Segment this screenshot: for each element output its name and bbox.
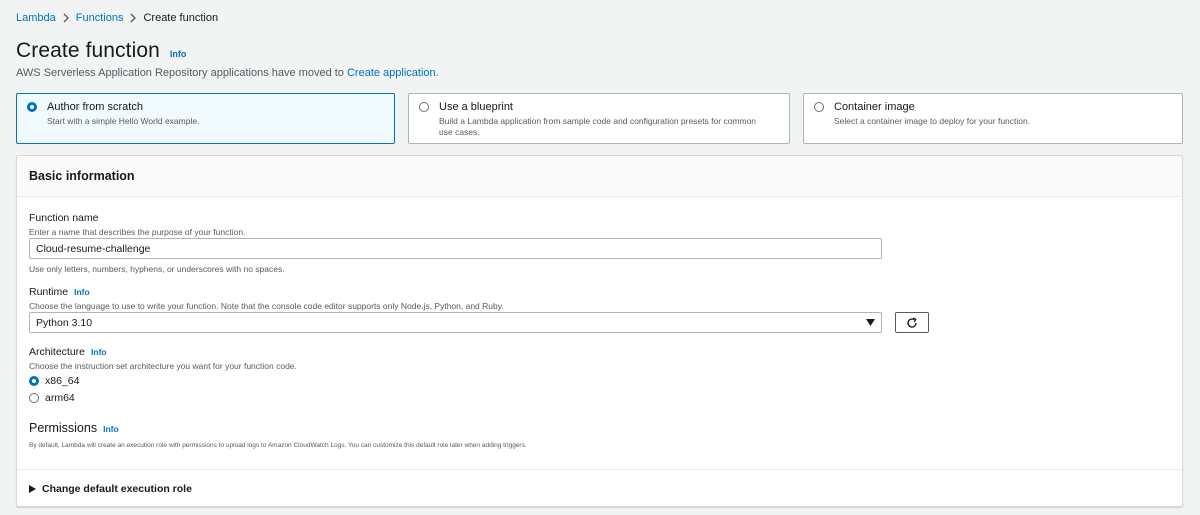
function-name-description: Enter a name that describes the purpose … bbox=[29, 227, 246, 237]
change-execution-role-expander[interactable]: Change default execution role bbox=[29, 483, 192, 495]
runtime-selected-value: Python 3.10 bbox=[36, 316, 93, 329]
tile-container-image[interactable]: Container image Select a container image… bbox=[803, 93, 1183, 144]
panel-title: Basic information bbox=[29, 169, 135, 183]
function-name-constraint: Use only letters, numbers, hyphens, or u… bbox=[29, 264, 285, 274]
breadcrumb-functions[interactable]: Functions bbox=[76, 12, 124, 24]
tile-title: Container image bbox=[834, 101, 915, 113]
function-name-input[interactable] bbox=[29, 238, 882, 259]
page-subtitle: AWS Serverless Application Repository ap… bbox=[16, 67, 439, 79]
runtime-select[interactable]: Python 3.10 bbox=[29, 312, 882, 333]
runtime-label: Runtime bbox=[29, 286, 69, 298]
tile-description: Start with a simple Hello World example. bbox=[47, 116, 200, 126]
tile-description: Build a Lambda application from sample c… bbox=[439, 116, 757, 137]
option-label: x86_64 bbox=[45, 375, 80, 387]
permissions-title: Permissions bbox=[29, 421, 98, 435]
subtitle-text: AWS Serverless Application Repository ap… bbox=[16, 67, 347, 79]
create-application-link[interactable]: Create application bbox=[347, 67, 436, 79]
chevron-right-icon bbox=[123, 13, 143, 23]
basic-information-panel: Basic information Function name Enter a … bbox=[16, 155, 1183, 507]
tile-title: Use a blueprint bbox=[439, 101, 513, 113]
architecture-info-link[interactable]: Info bbox=[91, 347, 107, 357]
radio-container-image[interactable] bbox=[814, 102, 824, 112]
caret-right-icon bbox=[29, 485, 36, 493]
page-title-row: Create function Info bbox=[16, 39, 186, 63]
refresh-button[interactable] bbox=[895, 312, 929, 333]
page-info-link[interactable]: Info bbox=[170, 49, 187, 59]
divider bbox=[17, 469, 1182, 470]
architecture-option-x86[interactable]: x86_64 bbox=[29, 375, 79, 387]
architecture-option-arm64[interactable]: arm64 bbox=[29, 392, 75, 404]
breadcrumb: Lambda Functions Create function bbox=[16, 11, 218, 25]
refresh-icon bbox=[907, 316, 917, 328]
radio-arm64[interactable] bbox=[29, 393, 39, 403]
runtime-info-link[interactable]: Info bbox=[74, 287, 90, 297]
runtime-description: Choose the language to use to write your… bbox=[29, 301, 504, 311]
option-label: arm64 bbox=[45, 392, 75, 404]
radio-author-from-scratch[interactable] bbox=[27, 102, 37, 112]
architecture-label: Architecture bbox=[29, 346, 86, 358]
permissions-title-row: Permissions Info bbox=[29, 421, 119, 435]
subtitle-suffix: . bbox=[435, 67, 439, 79]
architecture-label-row: Architecture Info bbox=[29, 346, 107, 358]
architecture-description: Choose the instruction set architecture … bbox=[29, 361, 297, 371]
permissions-description: By default, Lambda will create an execut… bbox=[29, 442, 527, 449]
breadcrumb-current: Create function bbox=[143, 12, 219, 24]
page-title: Create function bbox=[16, 39, 160, 62]
caret-down-icon bbox=[866, 319, 875, 326]
tile-use-blueprint[interactable]: Use a blueprint Build a Lambda applicati… bbox=[408, 93, 790, 144]
panel-header: Basic information bbox=[17, 156, 1182, 197]
permissions-info-link[interactable]: Info bbox=[103, 424, 119, 434]
tile-author-from-scratch[interactable]: Author from scratch Start with a simple … bbox=[16, 93, 395, 144]
chevron-right-icon bbox=[56, 13, 76, 23]
tile-description: Select a container image to deploy for y… bbox=[834, 116, 1031, 126]
radio-x86-64[interactable] bbox=[29, 376, 39, 386]
runtime-label-row: Runtime Info bbox=[29, 286, 90, 298]
breadcrumb-lambda[interactable]: Lambda bbox=[16, 12, 56, 24]
expander-label: Change default execution role bbox=[42, 483, 192, 495]
radio-use-blueprint[interactable] bbox=[419, 102, 429, 112]
tile-title: Author from scratch bbox=[47, 101, 143, 113]
function-name-label: Function name bbox=[29, 212, 99, 224]
